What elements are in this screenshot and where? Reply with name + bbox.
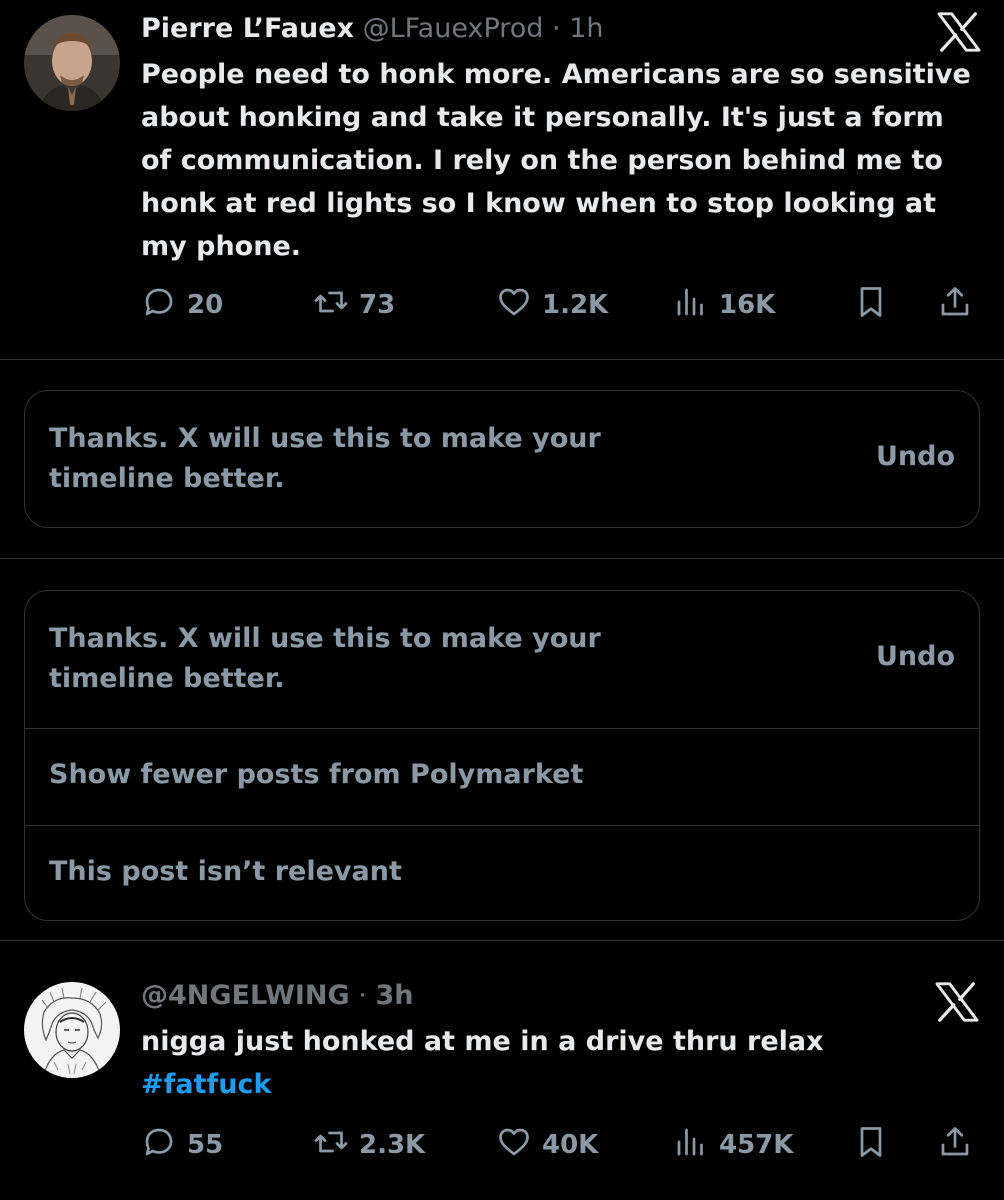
feedback-row: Thanks. X will use this to make your tim…	[25, 391, 979, 527]
bookmark-button[interactable]	[853, 285, 899, 325]
feedback-row: Thanks. X will use this to make your tim…	[25, 591, 979, 728]
option-show-fewer[interactable]: Show fewer posts from Polymarket	[25, 728, 979, 825]
author-handle[interactable]: @LFauexProd	[363, 13, 544, 44]
repost-button[interactable]: 2.3K	[313, 1125, 425, 1165]
avatar-4ngelwing[interactable]	[24, 982, 120, 1078]
hashtag-link[interactable]: #fatfuck	[141, 1069, 271, 1100]
share-icon	[937, 1124, 983, 1167]
heart-icon	[496, 284, 542, 327]
feedback-card: Thanks. X will use this to make your tim…	[24, 390, 980, 528]
like-count: 40K	[542, 1130, 599, 1160]
post-header: @4NGELWING · 3h	[141, 979, 413, 1013]
separator-dot: ·	[358, 980, 367, 1011]
post-time[interactable]: 1h	[569, 13, 603, 44]
feedback-message: Thanks. X will use this to make your tim…	[49, 623, 601, 694]
like-button[interactable]: 40K	[496, 1125, 598, 1165]
reply-count: 20	[187, 290, 224, 320]
post-header: Pierre L’Fauex @LFauexProd · 1h	[141, 12, 604, 46]
heart-icon	[496, 1124, 542, 1167]
views-count: 457K	[719, 1130, 794, 1160]
reply-icon	[141, 1124, 187, 1167]
like-count: 1.2K	[542, 290, 609, 320]
views-button[interactable]: 16K	[673, 285, 775, 325]
post-text-content: nigga just honked at me in a drive thru …	[141, 1026, 824, 1057]
reply-icon	[141, 284, 187, 327]
feedback-message: Thanks. X will use this to make your tim…	[49, 423, 601, 494]
views-count: 16K	[719, 290, 776, 320]
bookmark-icon	[853, 284, 899, 327]
reply-button[interactable]: 20	[141, 285, 223, 325]
views-button[interactable]: 457K	[673, 1125, 793, 1165]
author-handle[interactable]: @4NGELWING	[141, 980, 350, 1011]
x-logo-icon[interactable]	[937, 12, 981, 52]
section-divider	[0, 558, 1004, 559]
post-actions: 20 73 1.2K 16K	[141, 285, 981, 325]
views-icon	[673, 284, 719, 327]
bookmark-button[interactable]	[853, 1125, 899, 1165]
separator-dot: ·	[552, 13, 561, 44]
post-pierre[interactable]: Pierre L’Fauex @LFauexProd · 1h People n…	[0, 0, 1004, 360]
option-show-fewer-label: Show fewer posts from Polymarket	[49, 759, 584, 790]
undo-button[interactable]: Undo	[876, 441, 955, 472]
repost-count: 2.3K	[359, 1130, 426, 1160]
post-text: nigga just honked at me in a drive thru …	[141, 1020, 981, 1106]
author-name[interactable]: Pierre L’Fauex	[141, 13, 354, 44]
reply-count: 55	[187, 1130, 224, 1160]
share-button[interactable]	[937, 285, 983, 325]
option-not-relevant-label: This post isn’t relevant	[49, 856, 402, 887]
reply-button[interactable]: 55	[141, 1125, 223, 1165]
avatar-pierre[interactable]	[24, 15, 120, 111]
repost-button[interactable]: 73	[313, 285, 395, 325]
post-time[interactable]: 3h	[375, 980, 413, 1011]
option-not-relevant[interactable]: This post isn’t relevant	[25, 825, 979, 920]
feedback-card-options: Thanks. X will use this to make your tim…	[24, 590, 980, 921]
repost-icon	[313, 284, 359, 327]
bookmark-icon	[853, 1124, 899, 1167]
undo-button[interactable]: Undo	[876, 641, 955, 672]
repost-count: 73	[359, 290, 396, 320]
repost-icon	[313, 1124, 359, 1167]
post-actions: 55 2.3K 40K 457K	[141, 1125, 981, 1165]
x-logo-icon[interactable]	[935, 982, 979, 1022]
like-button[interactable]: 1.2K	[496, 285, 608, 325]
views-icon	[673, 1124, 719, 1167]
post-text: People need to honk more. Americans are …	[141, 59, 971, 262]
share-button[interactable]	[937, 1125, 983, 1165]
share-icon	[937, 284, 983, 327]
